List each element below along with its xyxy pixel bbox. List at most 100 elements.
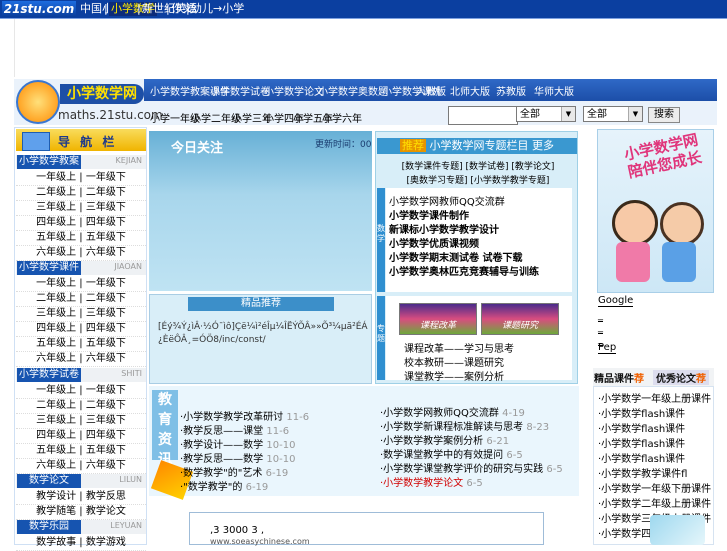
header-link-papers[interactable]: 小学数学论文 bbox=[264, 83, 324, 98]
search-button[interactable]: 搜索 bbox=[648, 107, 680, 123]
news-item[interactable]: ·小学数学教学案例分析 6-21 bbox=[380, 432, 509, 447]
courseware-item[interactable]: ·小学数学flash课件 bbox=[598, 450, 685, 465]
nav-row[interactable]: 一年级上 | 一年级下 bbox=[16, 276, 146, 292]
nav-row[interactable]: 五年级上 | 五年级下 bbox=[16, 230, 146, 246]
tab-papers[interactable]: 优秀论文荐 bbox=[653, 370, 709, 385]
topic-links-row-2[interactable]: [奥数学习专题] [小学数学教学专题] bbox=[380, 173, 576, 186]
today-focus-time: 更新时间：00 bbox=[315, 140, 372, 150]
news-item[interactable]: ·小学数学教学改革研讨 11-6 bbox=[180, 408, 309, 423]
news-item[interactable]: ·教学设计——数学 10-10 bbox=[180, 436, 295, 451]
nav-section-header[interactable]: 小学数学教案 KEJIAN bbox=[16, 155, 146, 169]
today-focus-panel: 今日关注 更新时间：00 bbox=[149, 131, 372, 291]
special-item[interactable]: 课程改革——学习与思考 bbox=[404, 340, 514, 355]
right-tabs: 精品课件荐 优秀论文荐 bbox=[593, 368, 714, 386]
topic-item[interactable]: 小学数学优质课视频 bbox=[389, 235, 479, 250]
nav-section-header[interactable]: 数学乐园 LEYUAN bbox=[16, 520, 146, 534]
top-nav-bar: 21stu.com 中国小学网 | 小学数学 | 新世纪英语 | 作文 | 幼儿… bbox=[0, 0, 727, 19]
nav-row[interactable]: 教学设计 | 教学反思 bbox=[16, 489, 146, 505]
news-item[interactable]: ·数学教学"的"艺术 6-19 bbox=[180, 464, 288, 479]
topic-links-row-1[interactable]: [数学课件专题] [数学试卷] [教学论文] bbox=[380, 159, 576, 172]
nav-section-header[interactable]: 小学数学试卷 SHITI bbox=[16, 368, 146, 382]
left-nav-header: 导 航 栏 bbox=[16, 129, 146, 151]
topic-item[interactable]: 小学数学奥林匹克竞赛辅导与训练 bbox=[389, 263, 539, 278]
tab-tag: 荐 bbox=[634, 374, 644, 385]
grade-link-6[interactable]: 小学六年 bbox=[322, 110, 362, 125]
nav-row[interactable]: 数学故事 | 数学游戏 bbox=[16, 535, 146, 551]
top-nav-link-4[interactable]: 幼儿→小学 bbox=[191, 2, 244, 16]
search-category-select[interactable]: 全部 ▼ bbox=[583, 106, 643, 122]
nav-row[interactable]: 一年级上 | 一年级下 bbox=[16, 383, 146, 399]
courseware-item[interactable]: ·小学数学教学课件fl bbox=[598, 465, 687, 480]
header-link-bnu[interactable]: 北师大版 bbox=[450, 83, 490, 98]
nav-row[interactable]: 四年级上 | 四年级下 bbox=[16, 215, 146, 231]
bottom-ad-box[interactable]: ,3 3000 3 , www.soeasychinese.com bbox=[189, 512, 544, 546]
news-title: ·小学数学教学论文 bbox=[380, 478, 464, 489]
topic-item[interactable]: 小学数学期末测试卷 试卷下载 bbox=[389, 249, 522, 264]
mascot-banner[interactable]: 小学数学网 陪伴您成长 bbox=[597, 129, 714, 293]
special-item[interactable]: 校本教研——课题研究 bbox=[404, 354, 504, 369]
chevron-down-icon: ▼ bbox=[628, 107, 642, 121]
news-date: 11-6 bbox=[286, 412, 310, 423]
recommend-title: 精品推荐 bbox=[188, 297, 334, 311]
tab-courseware[interactable]: 精品课件荐 bbox=[594, 370, 644, 385]
nav-row[interactable]: 三年级上 | 三年级下 bbox=[16, 306, 146, 322]
nav-row[interactable]: 二年级上 | 二年级下 bbox=[16, 291, 146, 307]
news-item[interactable]: ·"数学教学"的 6-19 bbox=[180, 478, 268, 493]
side-link[interactable]: _ bbox=[598, 310, 603, 322]
courseware-item[interactable]: ·小学数学flash课件 bbox=[598, 420, 685, 435]
nav-row[interactable]: 五年级上 | 五年级下 bbox=[16, 443, 146, 459]
nav-row[interactable]: 二年级上 | 二年级下 bbox=[16, 185, 146, 201]
google-link[interactable]: Google bbox=[598, 295, 634, 307]
topic-item[interactable]: 新课标小学数学教学设计 bbox=[389, 221, 499, 236]
nav-row[interactable]: 四年级上 | 四年级下 bbox=[16, 428, 146, 444]
pep-link[interactable]: Pep bbox=[598, 342, 617, 354]
nav-row[interactable]: 四年级上 | 四年级下 bbox=[16, 321, 146, 337]
courseware-item[interactable]: ·小学数学一年级上册课件 bbox=[598, 390, 711, 405]
top-nav-separator: | bbox=[186, 2, 190, 15]
nav-row[interactable]: 三年级上 | 三年级下 bbox=[16, 200, 146, 216]
news-item[interactable]: ·小学数学课堂教学评价的研究与实践 6-5 bbox=[380, 460, 563, 475]
header-link-sujiao[interactable]: 苏教版 bbox=[496, 83, 526, 98]
research-banner[interactable]: 课题研究 bbox=[481, 303, 559, 335]
topic-panel-title[interactable]: 推荐 小学数学网专题栏目 更多 bbox=[377, 138, 577, 154]
site-logo[interactable]: 21stu.com bbox=[2, 1, 76, 17]
recommend-panel: 精品推荐 [Éý¾Ý¿ìÂ·½Ó¯ìô]Çë¼ì²éÎµ¼ÎËÝÕÂ»»Õ³¼µ… bbox=[149, 294, 372, 384]
brand-name[interactable]: 小学数学网 bbox=[60, 84, 144, 104]
nav-row[interactable]: 六年级上 | 六年级下 bbox=[16, 351, 146, 367]
nav-row[interactable]: 二年级上 | 二年级下 bbox=[16, 398, 146, 414]
news-item[interactable]: ·教学反思——课堂 11-6 bbox=[180, 422, 289, 437]
brand-url: maths.21stu.com bbox=[58, 108, 163, 122]
nav-section-header[interactable]: 数学论文 LILUN bbox=[16, 474, 146, 488]
news-date: 6-5 bbox=[546, 464, 563, 475]
news-item[interactable]: ·数学课堂教学中的有效提问 6-5 bbox=[380, 446, 523, 461]
header-link-exam[interactable]: 小学数学试卷 bbox=[210, 83, 270, 98]
nav-row[interactable]: 六年级上 | 六年级下 bbox=[16, 245, 146, 261]
news-item[interactable]: ·小学数学新课程标准解读与思考 8-23 bbox=[380, 418, 549, 433]
thumb-label: 课程改革 bbox=[419, 321, 456, 331]
open-book-icon bbox=[650, 515, 705, 545]
header-link-pep[interactable]: 人教版 bbox=[416, 83, 446, 98]
nav-row[interactable]: 一年级上 | 一年级下 bbox=[16, 170, 146, 186]
search-scope-select[interactable]: 全部 ▼ bbox=[516, 106, 576, 122]
topic-item[interactable]: 小学数学网教师QQ交流群 bbox=[389, 193, 505, 208]
nav-row[interactable]: 五年级上 | 五年级下 bbox=[16, 336, 146, 352]
header-link-huashi[interactable]: 华师大版 bbox=[534, 83, 574, 98]
topic-item[interactable]: 小学数学课件制作 bbox=[389, 207, 469, 222]
news-item[interactable]: ·小学数学教学论文 6-5 bbox=[380, 474, 483, 489]
header-link-olympiad[interactable]: 小学数学奥数题 bbox=[318, 83, 388, 98]
news-item[interactable]: ·教学反思——数学 10-10 bbox=[180, 450, 295, 465]
left-nav-title: 导 航 栏 bbox=[58, 135, 118, 149]
news-item[interactable]: ·小学数学网教师QQ交流群 4-19 bbox=[380, 404, 525, 419]
nav-row[interactable]: 教学随笔 | 教学论文 bbox=[16, 504, 146, 520]
curriculum-reform-banner[interactable]: 课程改革 bbox=[399, 303, 477, 335]
courseware-item[interactable]: ·小学数学flash课件 bbox=[598, 405, 685, 420]
special-item[interactable]: 课堂教学——案例分析 bbox=[404, 368, 504, 383]
search-input[interactable] bbox=[448, 106, 518, 125]
nav-row[interactable]: 三年级上 | 三年级下 bbox=[16, 413, 146, 429]
nav-section-header[interactable]: 小学数学课件 JIAOAN bbox=[16, 261, 146, 275]
courseware-item[interactable]: ·小学数学二年级上册课件 bbox=[598, 495, 711, 510]
side-link[interactable]: _ bbox=[598, 322, 603, 334]
courseware-item[interactable]: ·小学数学一年级下册课件 bbox=[598, 480, 711, 495]
nav-row[interactable]: 六年级上 | 六年级下 bbox=[16, 458, 146, 474]
courseware-item[interactable]: ·小学数学flash课件 bbox=[598, 435, 685, 450]
